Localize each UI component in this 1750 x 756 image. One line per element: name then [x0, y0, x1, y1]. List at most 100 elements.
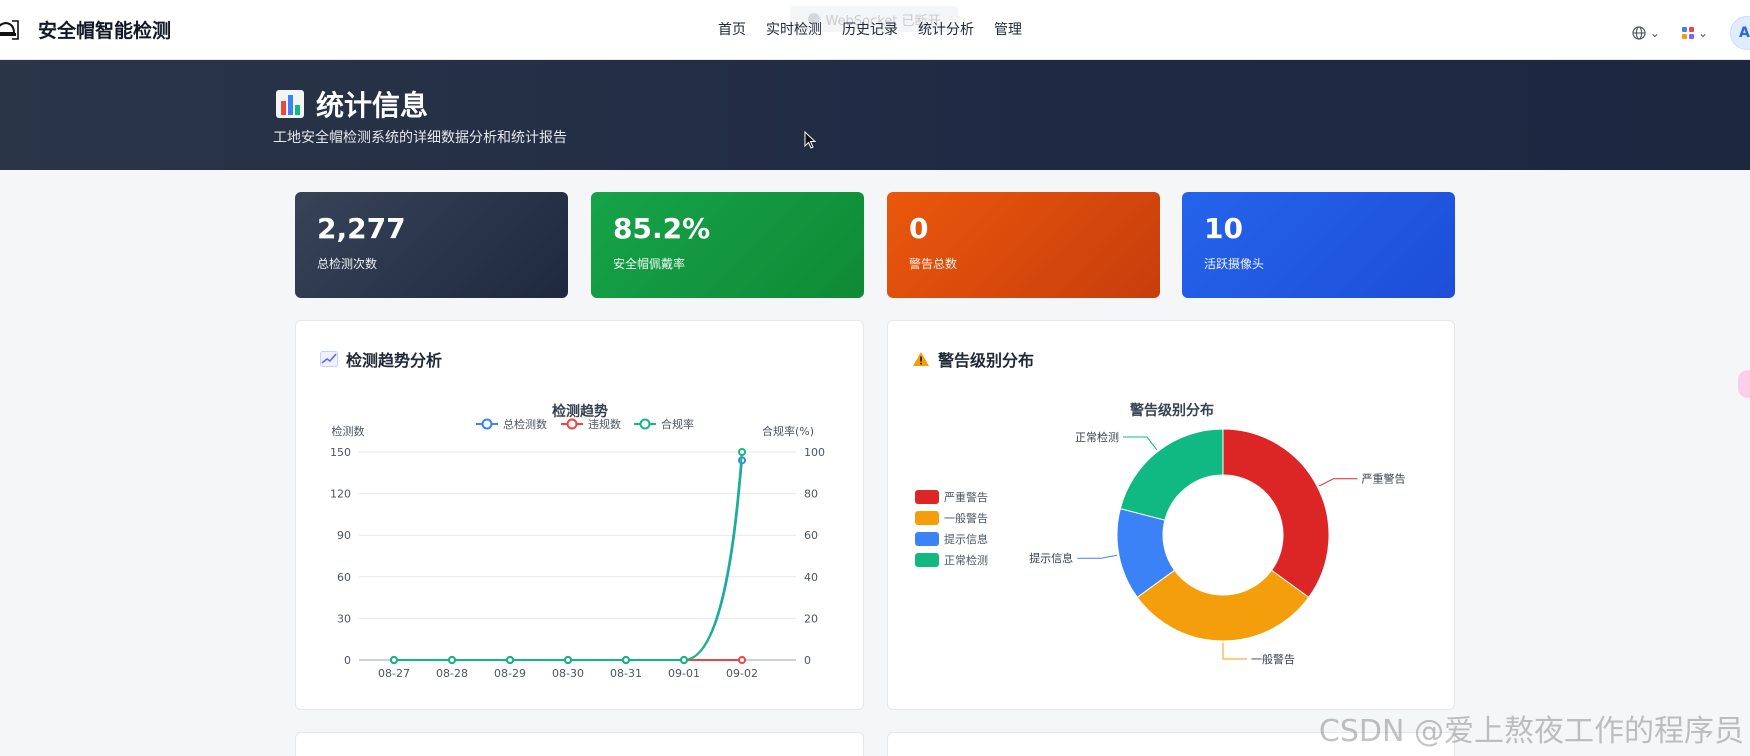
legend-item: 合规率: [634, 417, 694, 431]
stat-label: 警告总数: [909, 257, 958, 271]
legend-label: 违规数: [588, 417, 621, 431]
legend-item: 提示信息: [915, 532, 988, 546]
legend-item: 严重警告: [915, 490, 988, 504]
legend-marker: [566, 418, 578, 430]
y2-tick-label: 80: [804, 488, 818, 501]
y-tick-label: 150: [330, 446, 351, 459]
nav-realtime[interactable]: 实时检测: [766, 19, 822, 39]
nav-home[interactable]: 首页: [718, 19, 746, 39]
legend-label: 提示信息: [944, 532, 988, 546]
nav-tools: ⌄ ⌄ A: [1632, 16, 1750, 50]
page-header-banner: 统计信息 工地安全帽检测系统的详细数据分析和统计报告: [0, 60, 1750, 170]
data-point: [448, 656, 456, 664]
stat-card-total-detections: 2,277 总检测次数: [295, 192, 568, 298]
apps-switcher[interactable]: ⌄: [1681, 26, 1708, 40]
alert-donut-chart[interactable]: 警告级别分布严重警告一般警告提示信息正常检测严重警告一般警告提示信息正常检测: [888, 321, 1456, 711]
y2-tick-label: 20: [804, 612, 818, 625]
side-widget-tab[interactable]: [1738, 370, 1750, 398]
y-tick-label: 90: [337, 529, 351, 542]
slice-label: 正常检测: [1075, 430, 1119, 444]
data-point: [506, 656, 514, 664]
stat-label: 活跃摄像头: [1204, 257, 1265, 271]
stat-value: 0: [909, 212, 929, 245]
nav-admin[interactable]: 管理: [994, 19, 1022, 39]
main-nav: 首页 实时检测 历史记录 统计分析 管理: [718, 19, 1022, 39]
y2-tick-label: 60: [804, 529, 818, 542]
slice-label: 严重警告: [1361, 472, 1405, 486]
x-tick-label: 08-29: [494, 667, 526, 680]
data-point: [564, 656, 572, 664]
page-title: 统计信息: [276, 84, 428, 124]
legend-item: 违规数: [561, 417, 621, 431]
series-line: [394, 460, 743, 661]
nav-history[interactable]: 历史记录: [842, 19, 898, 39]
stat-card-total-alerts: 0 警告总数: [887, 192, 1160, 298]
legend-marker: [481, 418, 493, 430]
legend-label: 严重警告: [944, 490, 988, 504]
app-title: 安全帽智能检测: [38, 20, 172, 42]
legend-label: 合规率: [661, 417, 694, 431]
lower-panel-left: [295, 732, 864, 756]
brand[interactable]: 安全帽智能检测: [0, 16, 171, 43]
stat-label: 安全帽佩戴率: [613, 257, 686, 271]
y-axis-label: 检测数: [332, 424, 365, 438]
globe-icon: [1632, 26, 1646, 40]
y-tick-label: 30: [337, 612, 351, 625]
y-tick-label: 120: [330, 488, 351, 501]
slice-label: 提示信息: [1029, 551, 1073, 565]
legend-swatch: [915, 532, 939, 546]
page-subtitle: 工地安全帽检测系统的详细数据分析和统计报告: [273, 130, 567, 146]
trend-line-chart[interactable]: 检测趋势总检测数 违规数 合规率检测数 合规率(%)03060901201500204…: [296, 321, 865, 711]
watermark: CSDN @爱上熬夜工作的程序员: [1318, 714, 1744, 749]
data-point: [390, 656, 398, 664]
apps-grid-icon: [1681, 27, 1694, 39]
user-avatar[interactable]: A: [1730, 16, 1750, 50]
data-point: [738, 448, 746, 456]
slice-label: 一般警告: [1251, 652, 1295, 666]
data-point: [680, 656, 688, 664]
y2-tick-label: 100: [804, 446, 825, 459]
top-navbar: 安全帽智能检测 WebSocket 已断开 首页 实时检测 历史记录 统计分析 …: [0, 0, 1750, 60]
x-tick-label: 08-31: [610, 667, 642, 680]
stat-value: 10: [1204, 212, 1243, 245]
x-tick-label: 08-27: [378, 667, 410, 680]
label-leader-line: [1122, 436, 1158, 450]
legend-label: 一般警告: [944, 511, 988, 525]
chart-title: 警告级别分布: [1130, 402, 1214, 419]
stat-label: 总检测次数: [317, 257, 378, 271]
page-title-text: 统计信息: [316, 89, 429, 122]
x-tick-label: 09-01: [668, 667, 700, 680]
x-tick-label: 08-28: [436, 667, 468, 680]
alert-level-panel: 警告级别分布 警告级别分布 严重警告 一般警告 提示信息 正常检测 严重警告 一般警告 提示信…: [887, 320, 1455, 710]
y2-tick-label: 0: [804, 654, 811, 667]
legend-marker: [639, 418, 651, 430]
legend-item: 正常检测: [915, 553, 988, 567]
legend-item: 总检测数: [476, 417, 547, 431]
pie-slice: [1136, 569, 1310, 642]
nav-statistics[interactable]: 统计分析: [918, 19, 974, 39]
label-leader-line: [1077, 554, 1118, 559]
legend-label: 总检测数: [503, 417, 547, 431]
chevron-down-icon: ⌄: [1697, 26, 1708, 40]
legend-item: 一般警告: [915, 511, 988, 525]
trend-panel: 检测趋势分析 检测趋势 总检测数 违规数 合规率 检测数 合规率(%) 0 30 60 90 120…: [295, 320, 864, 710]
chevron-down-icon: ⌄: [1649, 26, 1660, 40]
stat-card-active-cameras: 10 活跃摄像头: [1182, 192, 1455, 298]
legend-swatch: [915, 490, 939, 504]
stat-value: 2,277: [317, 212, 406, 245]
y2-axis-label: 合规率(%): [762, 424, 814, 438]
legend-label: 正常检测: [944, 553, 988, 567]
y-tick-label: 0: [344, 654, 351, 667]
x-tick-label: 09-02: [726, 667, 758, 680]
language-switcher[interactable]: ⌄: [1632, 26, 1660, 40]
series-line: [394, 451, 743, 661]
label-leader-line: [1222, 643, 1247, 660]
helmet-logo-icon: [0, 19, 19, 40]
legend-swatch: [915, 511, 939, 525]
data-point: [622, 656, 630, 664]
pie-slice: [1119, 428, 1224, 521]
y-tick-label: 60: [337, 571, 351, 584]
stat-value: 85.2%: [613, 212, 711, 245]
x-tick-label: 08-30: [552, 667, 584, 680]
legend-swatch: [915, 553, 939, 567]
